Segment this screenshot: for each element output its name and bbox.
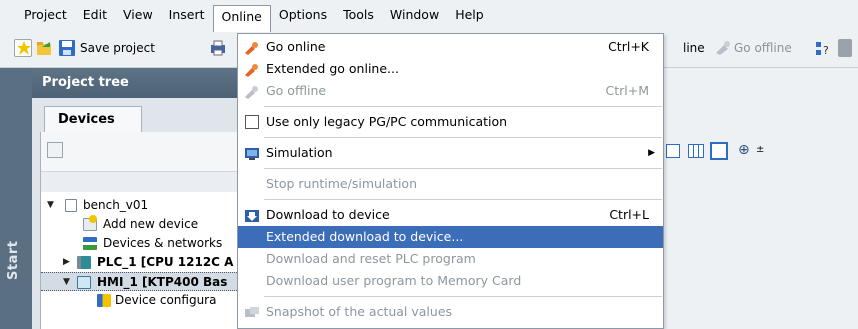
menu-item-download-to-device[interactable]: Download to device Ctrl+L <box>238 204 663 226</box>
grid-view-icon[interactable] <box>688 144 704 158</box>
menu-view[interactable]: View <box>115 4 161 27</box>
menu-edit[interactable]: Edit <box>75 4 115 27</box>
tree-separator <box>41 172 239 192</box>
hmi-icon <box>77 276 91 289</box>
project-tree-header: Project tree <box>32 68 238 98</box>
expand-arrow-icon[interactable]: ▼ <box>63 273 70 290</box>
panel-view-icon[interactable] <box>710 142 728 160</box>
save-project-button[interactable]: Save project <box>80 41 155 55</box>
legacy-pgpc-checkbox[interactable] <box>245 115 259 129</box>
menu-item-go-online[interactable]: Go online Ctrl+K <box>238 36 663 58</box>
save-icon[interactable] <box>58 39 76 57</box>
tree-item-device-configuration[interactable]: Device configura <box>41 291 239 310</box>
zoom-dropdown-icon[interactable]: ± <box>756 144 764 155</box>
project-tree-body: ▼ bench_v01 Add new device Devices & net… <box>40 132 239 329</box>
menu-bar: Project Edit View Insert Online Options … <box>0 0 858 32</box>
menu-item-download-memory-card[interactable]: Download user program to Memory Card <box>238 270 663 292</box>
extended-go-online-icon <box>244 62 260 77</box>
tree-item-add-new-device[interactable]: Add new device <box>41 215 239 234</box>
menu-separator <box>264 106 662 107</box>
menu-item-stop-runtime[interactable]: Stop runtime/simulation <box>238 173 663 195</box>
go-offline-icon <box>244 84 260 99</box>
go-offline-icon[interactable] <box>714 39 732 57</box>
simulation-icon <box>244 146 260 160</box>
menu-insert[interactable]: Insert <box>161 4 213 27</box>
network-icon <box>83 237 97 250</box>
tree-overview-icon[interactable] <box>47 142 63 158</box>
star-icon <box>89 215 97 223</box>
menu-item-download-reset-plc[interactable]: Download and reset PLC program <box>238 248 663 270</box>
go-online-partial-label[interactable]: line <box>683 41 705 55</box>
go-online-icon <box>244 40 260 55</box>
menu-help[interactable]: Help <box>447 4 492 27</box>
svg-text:?: ? <box>823 44 829 57</box>
menu-project[interactable]: Project <box>16 4 75 27</box>
online-menu-dropdown: Go online Ctrl+K Extended go online... G… <box>237 33 664 329</box>
snapshot-icon <box>244 305 260 319</box>
collapse-arrow-icon[interactable]: ▶ <box>63 253 70 272</box>
menu-separator <box>264 168 662 169</box>
toolbar-overflow-icon[interactable] <box>838 39 852 57</box>
table-view-icon[interactable] <box>666 144 680 158</box>
menu-item-snapshot[interactable]: Snapshot of the actual values <box>238 301 663 323</box>
go-offline-button[interactable]: Go offline <box>734 41 792 55</box>
tree-item-hmi[interactable]: ▼ HMI_1 [KTP400 Bas <box>41 272 239 291</box>
editor-toolbar: ⊕ ± <box>640 136 800 166</box>
menu-online[interactable]: Online <box>212 4 271 32</box>
start-label: Start <box>6 240 21 280</box>
menu-tools[interactable]: Tools <box>335 4 382 27</box>
download-icon <box>244 208 260 222</box>
menu-item-go-offline[interactable]: Go offline Ctrl+M <box>238 80 663 102</box>
start-strip[interactable]: Start <box>0 68 32 329</box>
print-icon[interactable] <box>209 39 227 57</box>
tree-item-devices-networks[interactable]: Devices & networks <box>41 234 239 253</box>
tree-item-project[interactable]: ▼ bench_v01 <box>41 196 239 215</box>
menu-separator <box>264 199 662 200</box>
new-project-icon[interactable] <box>14 39 32 57</box>
project-icon <box>65 199 77 212</box>
open-project-icon[interactable] <box>36 39 54 57</box>
device-config-icon <box>97 294 111 307</box>
accessible-devices-icon[interactable]: ? <box>814 39 832 57</box>
menu-item-simulation[interactable]: Simulation ▶ <box>238 142 663 164</box>
tab-devices[interactable]: Devices <box>44 106 142 132</box>
menu-separator <box>264 137 662 138</box>
zoom-icon[interactable]: ⊕ <box>738 142 750 158</box>
tree-toolbar <box>41 132 239 172</box>
project-tree-panel: Devices ▼ bench_v01 Add new device Devic… <box>32 98 239 329</box>
menu-options[interactable]: Options <box>271 4 335 27</box>
menu-item-extended-go-online[interactable]: Extended go online... <box>238 58 663 80</box>
menu-window[interactable]: Window <box>382 4 447 27</box>
menu-item-legacy-pgpc[interactable]: Use only legacy PG/PC communication <box>238 111 663 133</box>
tree-item-plc[interactable]: ▶ PLC_1 [CPU 1212C A <box>41 253 239 272</box>
menu-separator <box>264 296 662 297</box>
expand-arrow-icon[interactable]: ▼ <box>47 196 54 215</box>
submenu-arrow-icon: ▶ <box>648 148 655 158</box>
menu-item-extended-download[interactable]: Extended download to device... <box>238 226 663 248</box>
plc-icon <box>77 256 91 269</box>
